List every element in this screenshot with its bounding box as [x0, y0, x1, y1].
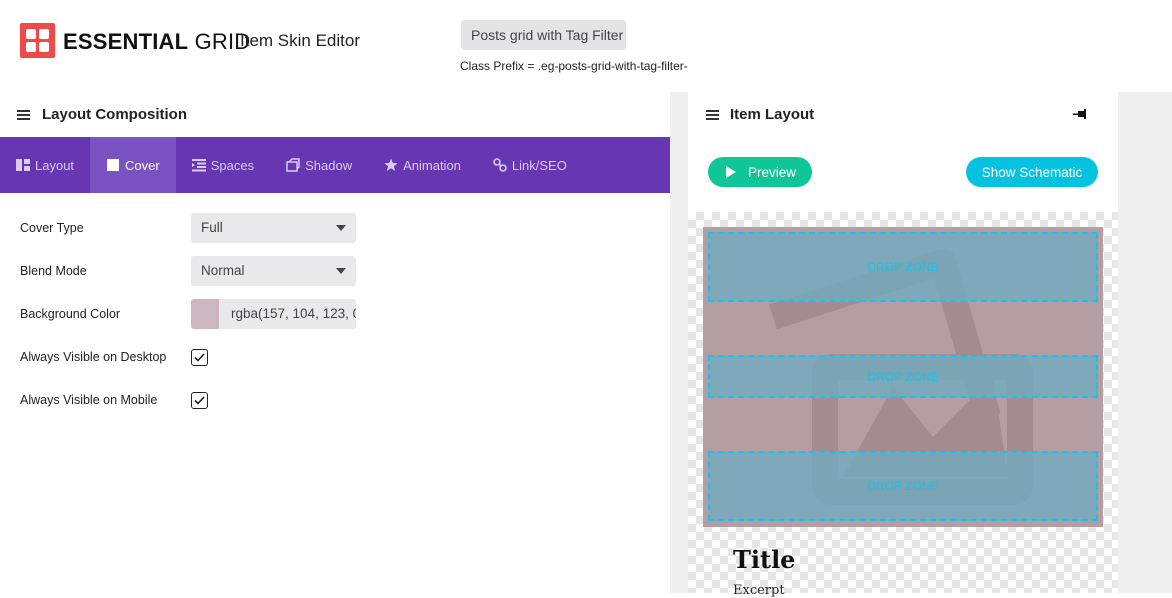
- background-color-row: Background Color rgba(157, 104, 123, 0.5…: [0, 299, 670, 329]
- tab-label: Shadow: [305, 157, 353, 173]
- drop-zone-center[interactable]: DROP ZONE: [708, 355, 1098, 398]
- tab-label: Layout: [35, 157, 75, 173]
- color-swatch[interactable]: [191, 299, 219, 329]
- drop-zone-bottom[interactable]: DROP ZONE: [708, 451, 1098, 521]
- show-schematic-button[interactable]: Show Schematic: [966, 157, 1098, 187]
- panel-divider: [670, 92, 688, 593]
- play-icon: [726, 166, 736, 178]
- tab-label: Cover: [125, 157, 160, 173]
- spaces-icon: [191, 159, 206, 172]
- tab-layout[interactable]: Layout: [0, 137, 90, 193]
- checkmark-icon: [194, 396, 205, 405]
- link-icon: [493, 158, 507, 172]
- tab-spaces[interactable]: Spaces: [176, 137, 270, 193]
- background-color-input[interactable]: rgba(157, 104, 123, 0.5): [191, 299, 356, 329]
- brand-name: ESSENTIAL GRID: [63, 29, 251, 54]
- cover-type-value: Full: [201, 220, 223, 235]
- app-header: ESSENTIAL GRID Item Skin Editor Posts gr…: [0, 0, 1172, 92]
- blend-mode-row: Blend Mode Normal: [0, 256, 670, 286]
- drop-zone-top[interactable]: DROP ZONE: [708, 232, 1098, 302]
- tab-label: Spaces: [210, 157, 255, 173]
- tab-label: Link/SEO: [511, 157, 567, 173]
- pin-icon[interactable]: [1073, 108, 1089, 122]
- visible-mobile-row: Always Visible on Mobile: [0, 385, 670, 415]
- blend-mode-select[interactable]: Normal: [191, 256, 356, 286]
- blend-mode-label: Blend Mode: [20, 264, 87, 278]
- tab-cover[interactable]: Cover: [90, 137, 176, 193]
- skin-name-input[interactable]: Posts grid with Tag Filter: [461, 20, 626, 50]
- visible-mobile-label: Always Visible on Mobile: [20, 393, 158, 407]
- visible-mobile-checkbox[interactable]: [191, 392, 208, 409]
- preview-button-label: Preview: [748, 164, 797, 180]
- chevron-down-icon: [336, 225, 346, 231]
- cover-type-label: Cover Type: [20, 221, 84, 235]
- item-excerpt[interactable]: Excerpt: [733, 583, 785, 598]
- item-title[interactable]: Title: [733, 545, 795, 574]
- visible-desktop-checkbox[interactable]: [191, 349, 208, 366]
- layout-composition-panel: Layout Composition Layout Cover Spaces S…: [0, 92, 670, 593]
- checkmark-icon: [194, 353, 205, 362]
- background-color-value: rgba(157, 104, 123, 0.5): [231, 306, 356, 321]
- visible-desktop-label: Always Visible on Desktop: [20, 350, 167, 364]
- item-content-area: Title Excerpt: [703, 527, 1103, 598]
- cover-type-row: Cover Type Full: [0, 213, 670, 243]
- layout-icon: [16, 159, 30, 171]
- preview-button[interactable]: Preview: [708, 157, 812, 187]
- panel-header: Layout Composition: [0, 92, 670, 137]
- tab-animation[interactable]: Animation: [368, 137, 477, 193]
- item-cover: DROP ZONE DROP ZONE DROP ZONE: [703, 227, 1103, 527]
- panel-title: Layout Composition: [42, 106, 187, 123]
- shadow-icon: [286, 158, 300, 172]
- item-layout-panel: Item Layout Preview Show Schematic DROP …: [688, 92, 1118, 598]
- visible-desktop-row: Always Visible on Desktop: [0, 342, 670, 372]
- class-prefix-text: Class Prefix = .eg-posts-grid-with-tag-f…: [460, 59, 688, 73]
- blend-mode-value: Normal: [201, 263, 245, 278]
- cover-type-select[interactable]: Full: [191, 213, 356, 243]
- chevron-down-icon: [336, 268, 346, 274]
- item-layout-title: Item Layout: [730, 106, 815, 123]
- tab-link-seo[interactable]: Link/SEO: [477, 137, 583, 193]
- star-icon: [384, 158, 398, 171]
- tab-label: Animation: [403, 157, 461, 173]
- tab-shadow[interactable]: Shadow: [270, 137, 368, 193]
- square-icon: [107, 159, 120, 171]
- page-title: Item Skin Editor: [240, 31, 360, 50]
- item-preview-canvas: DROP ZONE DROP ZONE DROP ZONE Title Exce…: [688, 212, 1118, 598]
- background-color-label: Background Color: [20, 307, 121, 321]
- hamburger-menu-icon[interactable]: [17, 110, 30, 120]
- composition-tabs: Layout Cover Spaces Shadow Animation Lin…: [0, 137, 670, 193]
- essential-grid-logo-icon: [20, 23, 55, 58]
- right-gutter: [1118, 92, 1172, 593]
- hamburger-menu-icon[interactable]: [706, 110, 719, 120]
